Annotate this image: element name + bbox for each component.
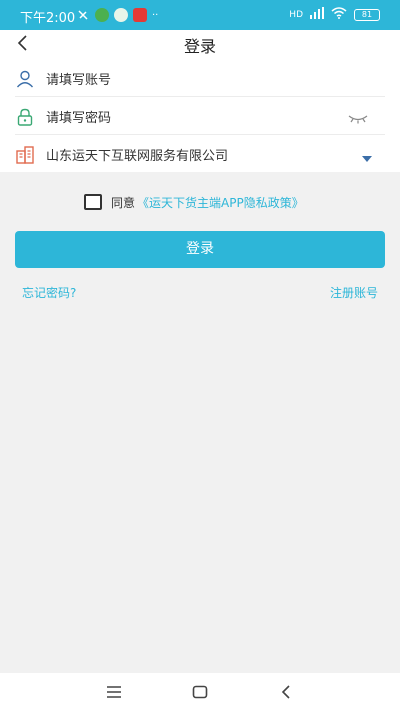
building-icon: [15, 145, 35, 165]
shield-notification-icon: [114, 8, 128, 22]
agreement-checkbox[interactable]: [84, 194, 102, 210]
company-select[interactable]: 山东运天下互联网服务有限公司: [15, 136, 385, 172]
signal-icon: [310, 7, 324, 23]
more-notifications-icon: ··: [152, 9, 159, 21]
header: 登录: [0, 30, 400, 60]
privacy-policy-link[interactable]: 《运天下货主端APP隐私政策》: [137, 194, 304, 211]
login-button[interactable]: 登录: [15, 231, 385, 268]
nav-back-icon[interactable]: [266, 673, 306, 711]
menu-icon[interactable]: [94, 673, 134, 711]
register-link[interactable]: 注册账号: [330, 284, 378, 301]
system-nav-bar: [0, 673, 400, 711]
wifi-icon: [331, 7, 347, 23]
app-notification-icon: [95, 8, 109, 22]
news-notification-icon: [133, 8, 147, 22]
lock-icon: [15, 107, 35, 127]
battery-icon: 81: [354, 9, 380, 21]
company-selected-value: 山东运天下互联网服务有限公司: [46, 149, 229, 164]
caret-down-icon[interactable]: [361, 149, 373, 162]
home-icon[interactable]: [180, 673, 220, 711]
eye-closed-icon[interactable]: [347, 110, 369, 124]
page-title: 登录: [183, 37, 216, 56]
login-form: 请填写账号 请填写密码 山东运天下互联网服务有限公司: [0, 60, 400, 172]
signal-hd-label: HD: [289, 10, 303, 20]
notification-icons: ··: [76, 8, 158, 22]
password-field[interactable]: 请填写密码: [15, 98, 385, 135]
account-field[interactable]: 请填写账号: [15, 60, 385, 97]
agreement-label: 同意: [111, 195, 136, 210]
password-input[interactable]: 请填写密码: [46, 107, 111, 126]
account-input[interactable]: 请填写账号: [46, 69, 111, 88]
user-icon: [15, 69, 35, 89]
bluetooth-muted-icon: [76, 8, 90, 22]
forgot-password-link[interactable]: 忘记密码?: [22, 284, 76, 301]
status-time: 下午2:00: [20, 11, 76, 26]
agreement-row: 同意 《运天下货主端APP隐私政策》: [84, 193, 304, 211]
status-bar: 下午2:00 ·· HD 81: [0, 0, 400, 30]
